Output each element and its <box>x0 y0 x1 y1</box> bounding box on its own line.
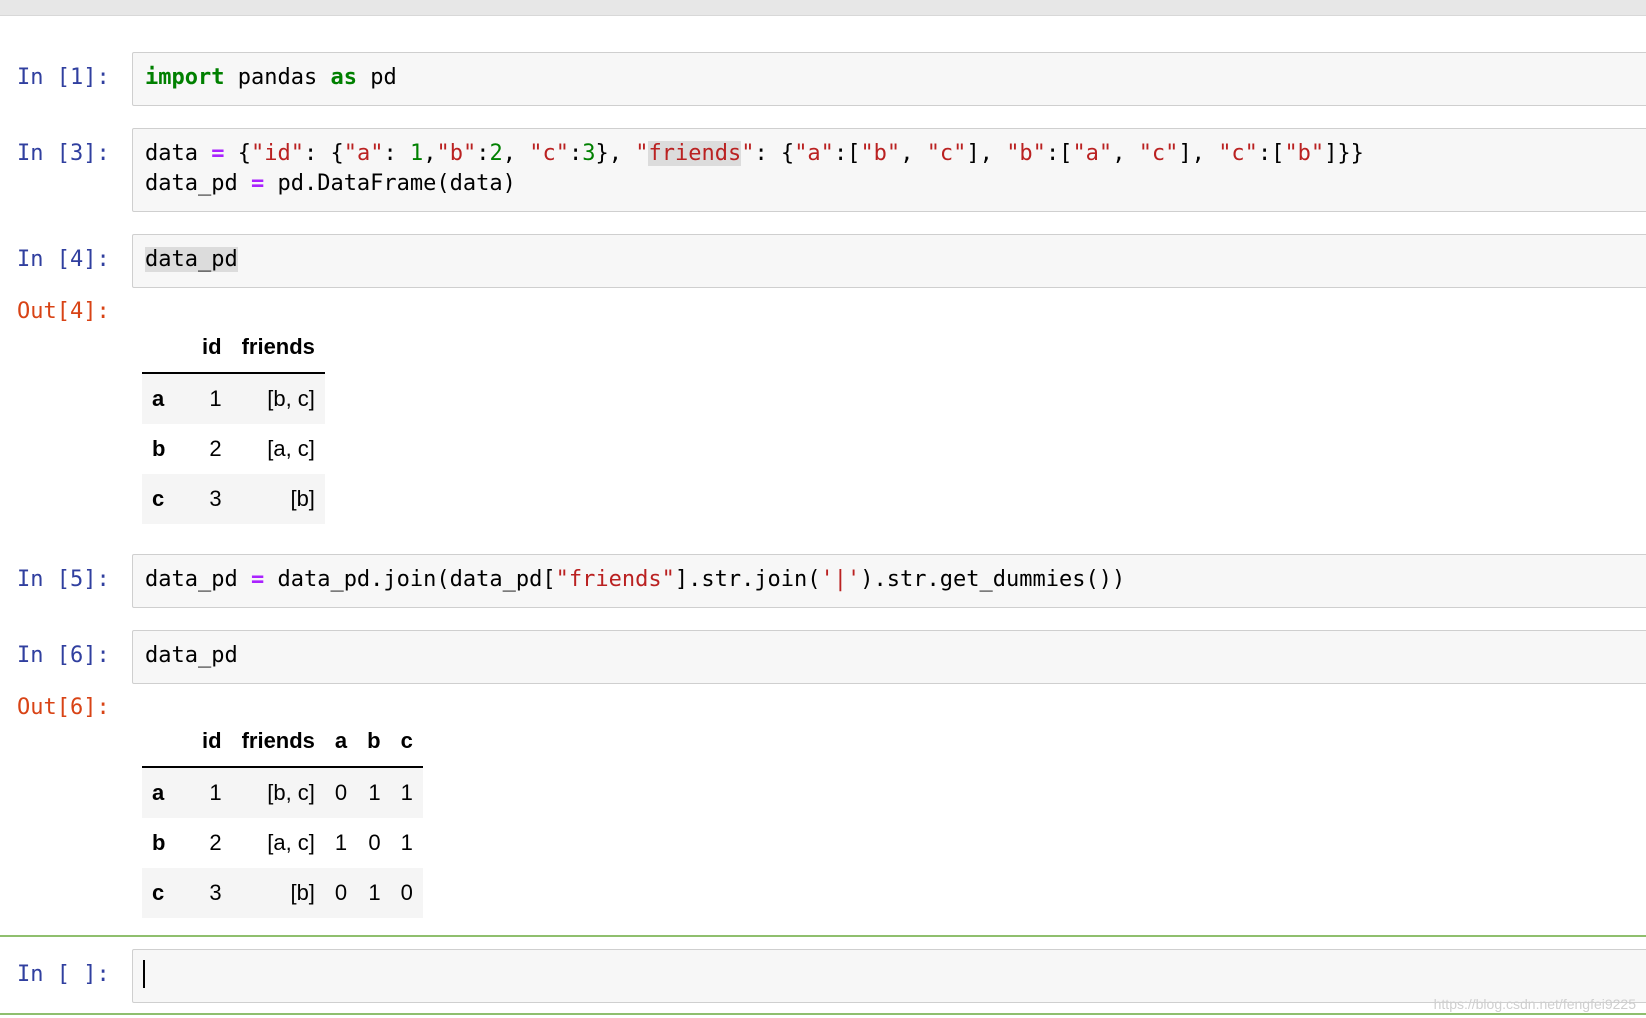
dataframe-output-6: id friends a b c a 1 [b, c] 0 1 1 b 2 [a… <box>142 716 423 918</box>
code-cell-1[interactable]: import pandas as pd <box>132 52 1646 106</box>
code-cell-3[interactable]: data = {"id": {"a": 1,"b":2, "c":3}, "fr… <box>132 128 1646 212</box>
row-index: b <box>152 830 166 855</box>
column-header: a <box>324 716 358 768</box>
input-prompt-4: In [4]: <box>17 247 110 272</box>
table-cell: [a, c] <box>267 436 315 461</box>
table-cell: 1 <box>400 780 413 805</box>
table-cell: 2 <box>209 830 222 855</box>
column-header: friends <box>231 716 325 768</box>
table-cell: 3 <box>209 486 222 511</box>
table-row: a 1 [b, c] <box>142 373 325 424</box>
code-text: data_pd = data_pd.join(data_pd["friends"… <box>145 567 1126 592</box>
index-header <box>142 716 192 768</box>
table-cell: 0 <box>368 830 381 855</box>
code-cell-6[interactable]: data_pd <box>132 630 1646 684</box>
output-prompt-6: Out[6]: <box>17 695 110 720</box>
row-index: a <box>152 386 165 411</box>
table-cell: [b, c] <box>267 780 315 805</box>
column-header: friends <box>231 322 325 374</box>
table-cell: [a, c] <box>267 830 315 855</box>
table-row: c 3 [b] <box>142 474 325 524</box>
input-prompt-empty: In [ ]: <box>17 962 110 987</box>
column-header: id <box>192 322 232 374</box>
table-cell: 0 <box>400 880 413 905</box>
row-index: c <box>152 486 165 511</box>
toolbar-area <box>0 0 1646 16</box>
table-row: c 3 [b] 0 1 0 <box>142 868 423 918</box>
output-prompt-4: Out[4]: <box>17 299 110 324</box>
table-cell: [b] <box>290 880 315 905</box>
table-cell: [b, c] <box>267 386 315 411</box>
table-row: a 1 [b, c] 0 1 1 <box>142 767 423 818</box>
table-row: b 2 [a, c] 1 0 1 <box>142 818 423 868</box>
code-text: data = {"id": {"a": 1,"b":2, "c":3}, "fr… <box>145 141 1364 196</box>
row-index: b <box>152 436 166 461</box>
code-cell-empty[interactable] <box>132 949 1646 1003</box>
row-index: a <box>152 780 165 805</box>
table-cell: 3 <box>209 880 222 905</box>
dataframe-output-4: id friends a 1 [b, c] b 2 [a, c] c 3 [b] <box>142 322 325 524</box>
code-cell-4[interactable]: data_pd <box>132 234 1646 288</box>
input-prompt-1: In [1]: <box>17 65 110 90</box>
index-header <box>142 322 192 374</box>
code-text: import pandas as pd <box>145 65 397 90</box>
table-cell: 2 <box>209 436 222 461</box>
row-index: c <box>152 880 165 905</box>
input-prompt-6: In [6]: <box>17 643 110 668</box>
watermark: https://blog.csdn.net/fengfei9225 <box>1433 996 1636 1012</box>
table-cell: [b] <box>290 486 315 511</box>
code-cell-5[interactable]: data_pd = data_pd.join(data_pd["friends"… <box>132 554 1646 608</box>
column-header: b <box>357 716 391 768</box>
column-header: c <box>390 716 423 768</box>
table-cell: 1 <box>209 386 222 411</box>
column-header: id <box>192 716 232 768</box>
table-cell: 1 <box>368 880 381 905</box>
table-cell: 1 <box>334 830 348 855</box>
table-row: b 2 [a, c] <box>142 424 325 474</box>
code-text: data_pd <box>145 247 238 272</box>
input-prompt-5: In [5]: <box>17 567 110 592</box>
code-text: data_pd <box>145 643 238 668</box>
table-cell: 1 <box>400 830 413 855</box>
text-cursor <box>143 960 145 988</box>
table-cell: 0 <box>334 880 348 905</box>
table-cell: 1 <box>209 780 222 805</box>
input-prompt-3: In [3]: <box>17 141 110 166</box>
table-cell: 1 <box>368 780 381 805</box>
table-cell: 0 <box>334 780 348 805</box>
